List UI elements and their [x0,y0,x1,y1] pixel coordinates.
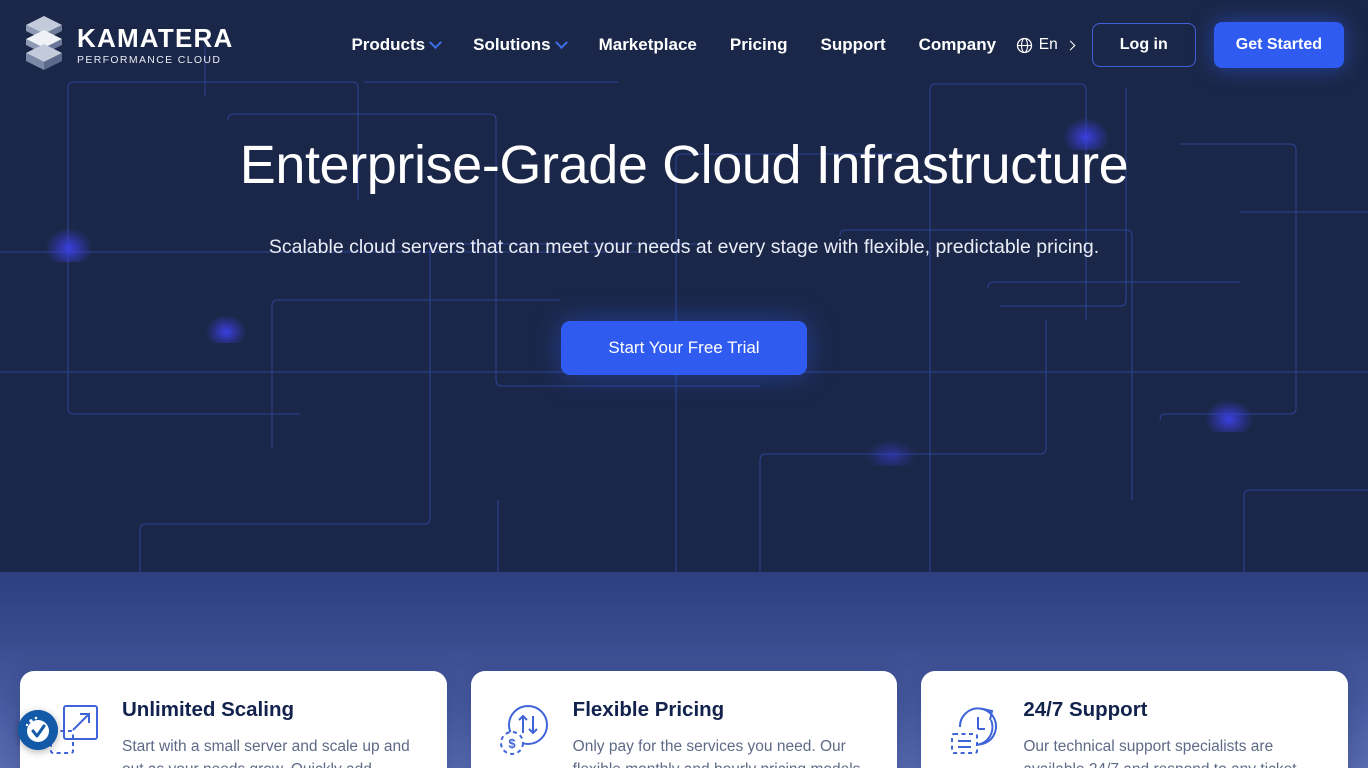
pricing-dollar-refresh-icon: $ [499,705,548,755]
get-started-button[interactable]: Get Started [1213,22,1344,68]
accessibility-icon [18,710,58,750]
card-title: 24/7 Support [1023,698,1148,721]
nav-item-products[interactable]: Products [351,35,442,55]
svg-text:$: $ [508,736,516,751]
logo[interactable]: KAMATERA PERFORMANCE CLOUD [24,14,233,76]
nav-item-support-label: Support [820,35,886,54]
globe-icon [1016,37,1032,53]
start-free-trial-button[interactable]: Start Your Free Trial [561,321,807,376]
card-body: 24/7 Support Our technical support speci… [1023,698,1322,768]
feature-card-unlimited-scaling[interactable]: Unlimited Scaling Start with a small ser… [20,671,447,768]
logo-tagline: PERFORMANCE CLOUD [77,53,222,66]
feature-card-support[interactable]: 24/7 Support Our technical support speci… [921,671,1349,768]
main-navigation: Products Solutions Marketplace Pricing S… [351,35,996,55]
card-text: Start with a small server and scale up a… [122,737,410,768]
feature-cards: Unlimited Scaling Start with a small ser… [0,671,1368,768]
language-label: En [1038,36,1058,53]
chevron-right-icon [1065,40,1076,50]
card-title: Flexible Pricing [572,698,725,721]
kamatera-stacked-layers-logo-icon [26,16,62,70]
logo-name: KAMATERA [77,22,234,53]
language-selector[interactable]: En [1016,36,1076,54]
nav-item-pricing[interactable]: Pricing [730,35,788,55]
feature-card-flexible-pricing[interactable]: $ Flexible Pricing Only pay for the serv… [470,671,898,768]
nav-item-marketplace-label: Marketplace [598,35,697,54]
card-body: Unlimited Scaling Start with a small ser… [122,698,421,768]
chevron-down-icon [554,35,568,49]
page-root: KAMATERA PERFORMANCE CLOUD Products Solu… [0,0,1368,768]
login-button[interactable]: Log in [1091,23,1196,67]
nav-item-solutions[interactable]: Solutions [473,35,568,55]
nav-item-marketplace[interactable]: Marketplace [599,35,697,55]
card-body: Flexible Pricing Only pay for the servic… [572,698,872,768]
card-text: Only pay for the services you need. Our … [572,737,861,768]
chevron-down-icon [429,35,442,49]
header-actions: En Log in Get Started [1016,22,1344,68]
nav-item-support[interactable]: Support [820,35,885,55]
nav-item-pricing-label: Pricing [729,35,788,54]
accessibility-widget-button[interactable] [18,710,58,750]
hero-subtitle: Scalable cloud servers that can meet you… [268,236,1100,259]
page-title: Enterprise-Grade Cloud Infrastructure [239,135,1129,195]
nav-item-company-label: Company [918,35,997,54]
nav-item-products-label: Products [351,35,426,54]
nav-item-company[interactable]: Company [919,35,996,55]
card-text: Our technical support specialists are av… [1023,737,1296,768]
clock-support-icon [951,707,998,754]
site-header: KAMATERA PERFORMANCE CLOUD Products Solu… [0,0,1368,90]
nav-item-solutions-label: Solutions [473,35,551,54]
card-title: Unlimited Scaling [122,698,294,721]
